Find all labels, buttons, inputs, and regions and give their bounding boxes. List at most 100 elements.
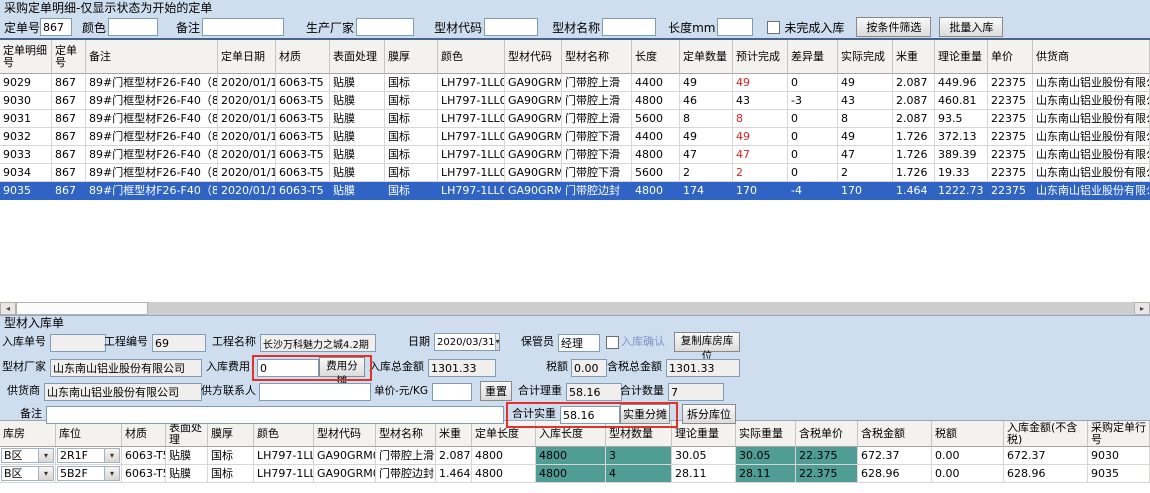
cell[interactable]: 93.5 xyxy=(935,110,988,128)
scroll-right-icon[interactable]: ▸ xyxy=(1134,302,1150,315)
cell[interactable]: 389.39 xyxy=(935,146,988,164)
cell[interactable]: 国标 xyxy=(208,465,254,483)
table-row[interactable]: 903186789#门框型材F26-F40（866+867）2020/01/13… xyxy=(0,110,1150,128)
cell[interactable]: 49 xyxy=(733,74,788,92)
cell[interactable]: B区▾ xyxy=(0,465,56,483)
cell[interactable]: 2020/01/13 xyxy=(218,146,276,164)
cell[interactable]: 门带腔上滑 xyxy=(562,74,632,92)
cell[interactable]: 国标 xyxy=(385,110,438,128)
table-row[interactable]: 903286789#门框型材F26-F40（866+867）2020/01/13… xyxy=(0,128,1150,146)
cell[interactable]: 9031 xyxy=(0,110,52,128)
cell[interactable]: 2020/01/13 xyxy=(218,110,276,128)
column-header[interactable]: 含税金额 xyxy=(858,421,932,447)
cell[interactable]: 国标 xyxy=(385,92,438,110)
column-header[interactable]: 膜厚 xyxy=(208,421,254,447)
project-name-input[interactable] xyxy=(260,334,376,352)
cell[interactable]: 8 xyxy=(838,110,893,128)
cell[interactable]: 国标 xyxy=(385,128,438,146)
cell[interactable]: 49 xyxy=(680,74,733,92)
cell[interactable]: 门带腔下滑 xyxy=(562,146,632,164)
cell[interactable]: 门带腔上滑 xyxy=(376,447,436,465)
cell[interactable]: GA90GRM05 xyxy=(314,465,376,483)
cell[interactable]: 山东南山铝业股份有限公司 xyxy=(1033,164,1150,182)
cell[interactable]: 2.087 xyxy=(893,92,935,110)
cell[interactable]: 9035 xyxy=(1088,465,1150,483)
cell[interactable]: 山东南山铝业股份有限公司 xyxy=(1033,110,1150,128)
cell[interactable]: 46 xyxy=(680,92,733,110)
keeper-input[interactable] xyxy=(558,334,600,352)
column-header[interactable]: 颜色 xyxy=(438,40,505,74)
cell[interactable]: GA90GRM03 xyxy=(505,110,562,128)
column-header[interactable]: 预计完成 xyxy=(733,40,788,74)
combo-value[interactable]: B区 xyxy=(1,466,39,481)
column-header[interactable]: 材质 xyxy=(122,421,166,447)
combo-value[interactable]: 5B2F xyxy=(57,466,105,481)
fee-share-button[interactable]: 费用分摊 xyxy=(319,357,365,377)
cell[interactable]: 6063-T5 xyxy=(122,465,166,483)
cell[interactable]: 门带腔上滑 xyxy=(562,92,632,110)
column-header[interactable]: 型材代码 xyxy=(314,421,376,447)
cell[interactable]: 6063-T5 xyxy=(276,146,330,164)
column-header[interactable]: 型材代码 xyxy=(505,40,562,74)
column-header[interactable]: 定单日期 xyxy=(218,40,276,74)
cell[interactable]: 5600 xyxy=(632,110,680,128)
reset-button[interactable]: 重置 xyxy=(480,381,512,401)
cell[interactable]: 2020/01/13 xyxy=(218,182,276,200)
profile-code-input[interactable] xyxy=(484,18,538,36)
cell[interactable]: 2R1F▾ xyxy=(56,447,122,465)
cell[interactable]: 8 xyxy=(680,110,733,128)
column-header[interactable]: 长度 xyxy=(632,40,680,74)
length-input[interactable] xyxy=(717,18,753,36)
cell[interactable]: 6063-T5 xyxy=(276,92,330,110)
cell[interactable]: 867 xyxy=(52,146,86,164)
cell[interactable]: 9030 xyxy=(1088,447,1150,465)
cell[interactable]: 4800 xyxy=(536,465,606,483)
column-header[interactable]: 差异量 xyxy=(788,40,838,74)
project-no-input[interactable] xyxy=(152,334,206,352)
cell[interactable]: GA90GRM03 xyxy=(314,447,376,465)
cell[interactable]: 贴膜 xyxy=(330,128,385,146)
cell[interactable]: 867 xyxy=(52,74,86,92)
total-actual-weight-input[interactable] xyxy=(560,406,620,424)
cell[interactable]: 89#门框型材F26-F40（866+867） xyxy=(86,92,218,110)
column-header[interactable]: 供货商 xyxy=(1033,40,1150,74)
cell[interactable]: 22375 xyxy=(988,92,1033,110)
cell[interactable]: 89#门框型材F26-F40（866+867） xyxy=(86,164,218,182)
scrollbar-track[interactable] xyxy=(148,302,1134,315)
cell[interactable]: 山东南山铝业股份有限公司 xyxy=(1033,128,1150,146)
cell[interactable]: 170 xyxy=(733,182,788,200)
cell[interactable]: 国标 xyxy=(208,447,254,465)
cell[interactable]: -4 xyxy=(788,182,838,200)
column-header[interactable]: 实际完成 xyxy=(838,40,893,74)
cell[interactable]: 0.00 xyxy=(932,447,1004,465)
copy-location-button[interactable]: 复制库房库位 xyxy=(674,332,740,352)
cell[interactable]: 山东南山铝业股份有限公司 xyxy=(1033,92,1150,110)
table-row[interactable]: 903586789#门框型材F26-F40（866+867）2020/01/13… xyxy=(0,182,1150,200)
cell[interactable]: LH797-1LL0 xyxy=(438,146,505,164)
receipt-no-input[interactable] xyxy=(50,334,106,352)
cell[interactable]: 89#门框型材F26-F40（866+867） xyxy=(86,74,218,92)
column-header[interactable]: 库位 xyxy=(56,421,122,447)
combo-value[interactable]: 2R1F xyxy=(57,448,105,463)
scroll-left-icon[interactable]: ◂ xyxy=(0,302,16,315)
column-header[interactable]: 定单长度 xyxy=(472,421,536,447)
cell[interactable]: 49 xyxy=(838,128,893,146)
cell[interactable]: 国标 xyxy=(385,146,438,164)
cell[interactable]: 4800 xyxy=(536,447,606,465)
cell[interactable]: 170 xyxy=(838,182,893,200)
cell[interactable]: 5600 xyxy=(632,164,680,182)
cell[interactable]: 9034 xyxy=(0,164,52,182)
column-header[interactable]: 型材名称 xyxy=(376,421,436,447)
cell[interactable]: 4800 xyxy=(472,465,536,483)
batch-inbound-button[interactable]: 批量入库 xyxy=(939,17,1003,37)
cell[interactable]: 867 xyxy=(52,92,86,110)
column-header[interactable]: 库房 xyxy=(0,421,56,447)
po-grid-hscrollbar[interactable]: ◂ ▸ xyxy=(0,302,1150,315)
cell[interactable]: 贴膜 xyxy=(330,92,385,110)
cell[interactable]: 0 xyxy=(788,146,838,164)
dropdown-arrow-icon[interactable]: ▾ xyxy=(105,466,120,481)
date-picker[interactable]: 2020/03/31 ▾ xyxy=(434,333,500,351)
column-header[interactable]: 含税单价 xyxy=(796,421,858,447)
cell[interactable]: 1.726 xyxy=(893,164,935,182)
factory-input[interactable] xyxy=(50,359,202,377)
